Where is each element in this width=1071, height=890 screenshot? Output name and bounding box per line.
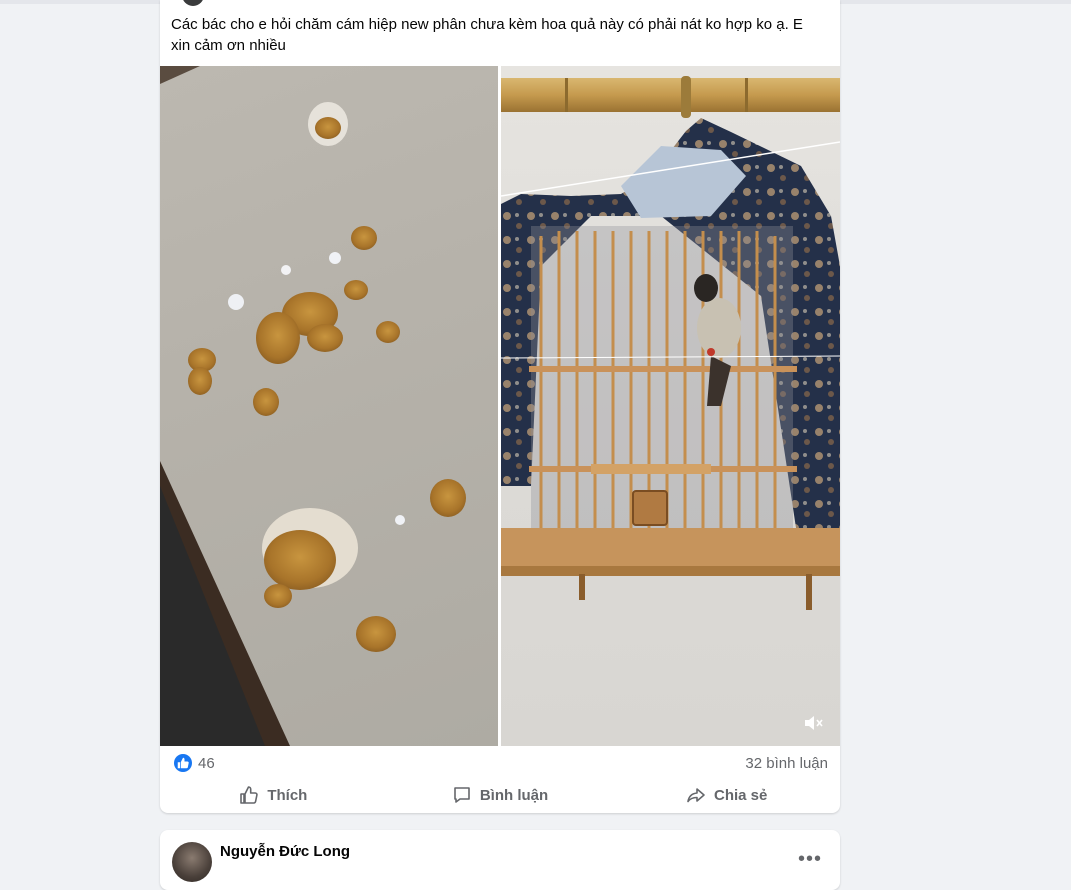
volume-muted-icon[interactable] [802,712,824,734]
comment-button[interactable]: Bình luận [387,780,614,810]
droppings-photo-image [160,66,466,746]
post-video[interactable] [501,66,840,746]
post-media[interactable] [160,66,840,746]
more-horizontal-icon[interactable]: ••• [798,848,822,871]
post-stats: 46 32 bình luận [174,753,828,775]
like-icon[interactable] [174,754,192,772]
share-button[interactable]: Chia sẻ [613,780,840,810]
post-author-avatar[interactable] [182,0,204,6]
next-post-card: Nguyễn Đức Long ••• [160,830,840,890]
like-button-label: Thích [267,786,308,804]
share-button-label: Chia sẻ [714,786,768,804]
comment-icon [454,787,470,803]
thumb-up-icon [240,786,259,804]
comment-count[interactable]: 32 bình luận [745,755,828,772]
post-card: Các bác cho e hỏi chăm cám hiệp new phân… [160,0,840,813]
next-post-author-avatar[interactable] [172,842,212,882]
comment-button-label: Bình luận [479,786,549,804]
post-text: Các bác cho e hỏi chăm cám hiệp new phân… [171,16,803,54]
share-icon [687,788,705,803]
bird-cage-video-frame [501,76,840,610]
reaction-count[interactable]: 46 [198,755,215,772]
like-button[interactable]: Thích [160,780,387,810]
post-photo[interactable] [160,66,498,746]
next-post-author-name[interactable]: Nguyễn Đức Long [220,843,350,860]
post-actions: Thích Bình luận Chia sẻ [160,780,840,810]
